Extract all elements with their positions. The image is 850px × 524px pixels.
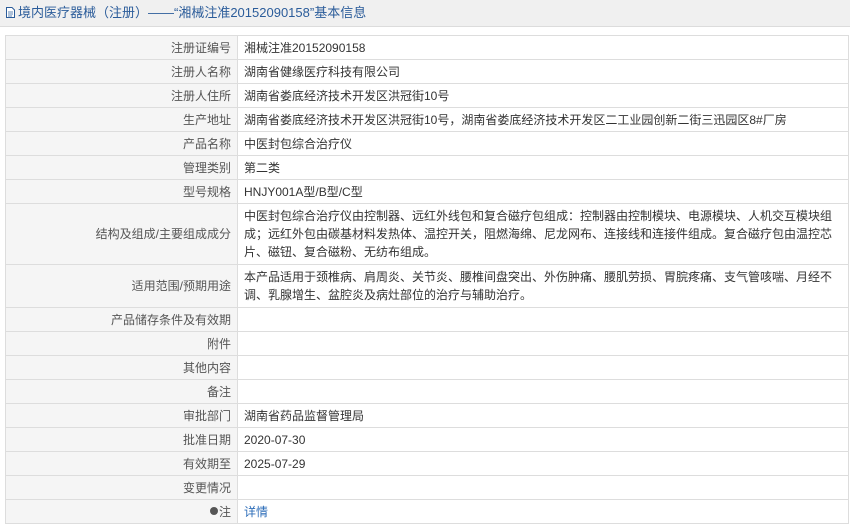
row-label: 适用范围/预期用途 bbox=[5, 264, 238, 308]
table-row: 注册人住所 湖南省娄底经济技术开发区洪冠街10号 bbox=[5, 83, 849, 108]
row-label: 审批部门 bbox=[5, 403, 238, 428]
table-row: 产品名称 中医封包综合治疗仪 bbox=[5, 131, 849, 156]
row-label: 产品储存条件及有效期 bbox=[5, 307, 238, 332]
table-row: 型号规格 HNJY001A型/B型/C型 bbox=[5, 179, 849, 204]
table-row: 其他内容 bbox=[5, 355, 849, 380]
table-row: 产品储存条件及有效期 bbox=[5, 307, 849, 332]
table-row: 附件 bbox=[5, 331, 849, 356]
row-value: 中医封包综合治疗仪由控制器、远红外线包和复合磁疗包组成：控制器由控制模块、电源模… bbox=[237, 203, 849, 265]
table-row: 批准日期 2020-07-30 bbox=[5, 427, 849, 452]
row-label: 有效期至 bbox=[5, 451, 238, 476]
row-label: 结构及组成/主要组成成分 bbox=[5, 203, 238, 265]
row-value: 第二类 bbox=[237, 155, 849, 180]
row-label: 备注 bbox=[5, 379, 238, 404]
row-value: 湘械注准20152090158 bbox=[237, 35, 849, 60]
row-value bbox=[237, 475, 849, 500]
row-label: 附件 bbox=[5, 331, 238, 356]
table-row: 备注 bbox=[5, 379, 849, 404]
row-label: 产品名称 bbox=[5, 131, 238, 156]
row-value: 湖南省健缘医疗科技有限公司 bbox=[237, 59, 849, 84]
row-value bbox=[237, 331, 849, 356]
table-row: 注册证编号 湘械注准20152090158 bbox=[5, 35, 849, 60]
row-value: 2025-07-29 bbox=[237, 451, 849, 476]
row-value: 湖南省娄底经济技术开发区洪冠街10号，湖南省娄底经济技术开发区二工业园创新二街三… bbox=[237, 107, 849, 132]
table-row: 生产地址 湖南省娄底经济技术开发区洪冠街10号，湖南省娄底经济技术开发区二工业园… bbox=[5, 107, 849, 132]
row-label: 注册人名称 bbox=[5, 59, 238, 84]
table-row: 注册人名称 湖南省健缘医疗科技有限公司 bbox=[5, 59, 849, 84]
row-value: 湖南省娄底经济技术开发区洪冠街10号 bbox=[237, 83, 849, 108]
page-title: 境内医疗器械（注册）——“湘械注准20152090158”基本信息 bbox=[18, 5, 367, 20]
table-row: 有效期至 2025-07-29 bbox=[5, 451, 849, 476]
row-label: 生产地址 bbox=[5, 107, 238, 132]
info-table: 注册证编号 湘械注准20152090158 注册人名称 湖南省健缘医疗科技有限公… bbox=[5, 35, 849, 524]
table-row: 变更情况 bbox=[5, 475, 849, 500]
table-row: 结构及组成/主要组成成分 中医封包综合治疗仪由控制器、远红外线包和复合磁疗包组成… bbox=[5, 203, 849, 265]
row-value bbox=[237, 355, 849, 380]
row-label: 变更情况 bbox=[5, 475, 238, 500]
row-label: 注册证编号 bbox=[5, 35, 238, 60]
page-title-bar: 境内医疗器械（注册）——“湘械注准20152090158”基本信息 bbox=[0, 0, 850, 27]
row-label: 批准日期 bbox=[5, 427, 238, 452]
table-row: 管理类别 第二类 bbox=[5, 155, 849, 180]
row-value: 中医封包综合治疗仪 bbox=[237, 131, 849, 156]
row-label: 型号规格 bbox=[5, 179, 238, 204]
row-value: HNJY001A型/B型/C型 bbox=[237, 179, 849, 204]
row-value bbox=[237, 379, 849, 404]
row-value: 2020-07-30 bbox=[237, 427, 849, 452]
pin-icon bbox=[209, 507, 218, 516]
table-row: 适用范围/预期用途 本产品适用于颈椎病、肩周炎、关节炎、腰椎间盘突出、外伤肿痛、… bbox=[5, 264, 849, 308]
row-value bbox=[237, 307, 849, 332]
document-icon bbox=[6, 7, 15, 19]
row-value: 湖南省药品监督管理局 bbox=[237, 403, 849, 428]
row-label: 其他内容 bbox=[5, 355, 238, 380]
row-value: 本产品适用于颈椎病、肩周炎、关节炎、腰椎间盘突出、外伤肿痛、腰肌劳损、胃脘疼痛、… bbox=[237, 264, 849, 308]
row-label: 管理类别 bbox=[5, 155, 238, 180]
table-row: 审批部门 湖南省药品监督管理局 bbox=[5, 403, 849, 428]
row-label: 注册人住所 bbox=[5, 83, 238, 108]
